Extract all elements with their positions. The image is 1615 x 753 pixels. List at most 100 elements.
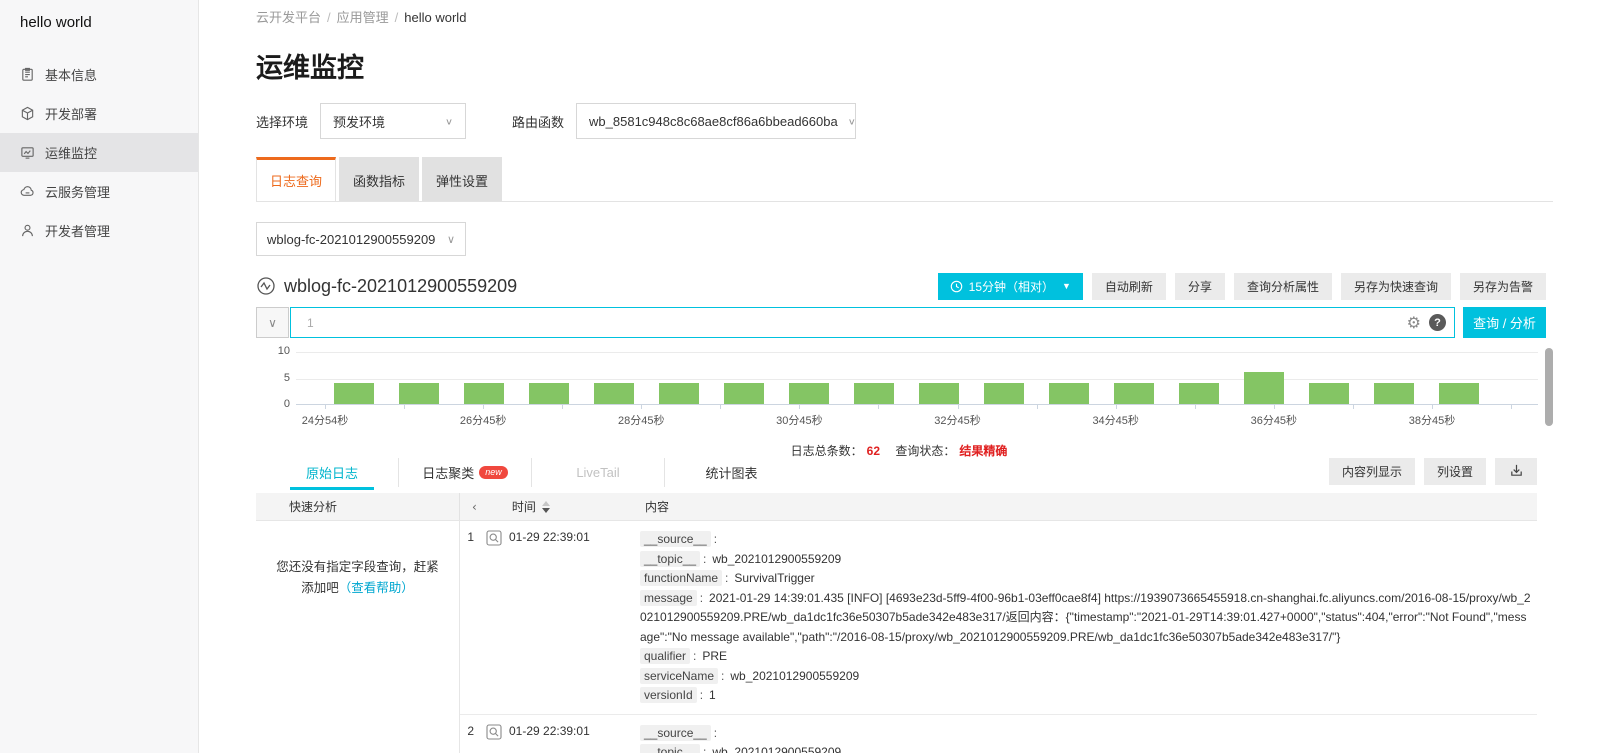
logstore-select-value: wblog-fc-2021012900559209 <box>267 232 435 247</box>
sls-header: wblog-fc-2021012900559209 15分钟（相对） ▼ 自动刷… <box>256 272 1546 300</box>
log-field-key[interactable]: serviceName <box>640 668 718 684</box>
log-field-key[interactable]: functionName <box>640 570 722 586</box>
log-field-value[interactable]: wb_2021012900559209 <box>730 669 859 683</box>
log-field-key[interactable]: __source__ <box>640 531 711 547</box>
time-range-button[interactable]: 15分钟（相对） ▼ <box>938 273 1083 300</box>
log-field: message:2021-01-29 14:39:01.435 [INFO] [… <box>640 589 1531 648</box>
breadcrumb-item[interactable]: 应用管理 <box>337 10 389 25</box>
gridline <box>296 379 1538 380</box>
histogram-bar[interactable] <box>724 383 764 404</box>
log-field: versionId:1 <box>640 686 1531 706</box>
axis-tick <box>1116 405 1117 409</box>
inspect-log-icon[interactable] <box>486 724 502 753</box>
log-field-key[interactable]: __source__ <box>640 725 711 741</box>
view-help-link[interactable]: （查看帮助） <box>339 581 414 595</box>
histogram-bar[interactable] <box>529 383 569 404</box>
sidebar-item-label: 云服务管理 <box>45 182 110 201</box>
sls-action-另存为快速查询[interactable]: 另存为快速查询 <box>1341 273 1451 300</box>
histogram-bar[interactable] <box>1439 383 1479 404</box>
breadcrumb-item[interactable]: 云开发平台 <box>256 10 321 25</box>
sidebar-item-user[interactable]: 开发者管理 <box>0 211 198 250</box>
query-input[interactable]: 1 ⚙ ? <box>290 307 1455 338</box>
sls-action-另存为告警[interactable]: 另存为告警 <box>1460 273 1546 300</box>
sidebar-item-cloud[interactable]: 云服务管理 <box>0 172 198 211</box>
log-tab-统计图表[interactable]: 统计图表 <box>665 458 798 487</box>
log-field-key[interactable]: versionId <box>640 687 697 703</box>
axis-tick <box>1274 405 1275 409</box>
query-analyze-button[interactable]: 查询 / 分析 <box>1463 307 1546 338</box>
sort-asc-icon <box>542 501 550 506</box>
log-tab-原始日志[interactable]: 原始日志 <box>266 458 399 487</box>
vertical-scrollbar[interactable] <box>1545 348 1553 426</box>
histogram-bar[interactable] <box>594 383 634 404</box>
x-axis-label: 38分45秒 <box>1387 412 1477 428</box>
log-field-value[interactable]: SurvivalTrigger <box>734 571 814 585</box>
active-tab-underline <box>290 487 374 490</box>
gear-icon[interactable]: ⚙ <box>1407 313 1421 333</box>
tab-函数指标[interactable]: 函数指标 <box>339 157 419 201</box>
log-field-key[interactable]: __topic__ <box>640 551 700 567</box>
histogram-bar[interactable] <box>854 383 894 404</box>
sls-action-查询分析属性[interactable]: 查询分析属性 <box>1234 273 1332 300</box>
histogram-bar[interactable] <box>334 383 374 404</box>
log-field-value[interactable]: PRE <box>702 649 727 663</box>
env-select[interactable]: 预发环境 ∨ <box>320 103 466 139</box>
histogram-bar[interactable] <box>1179 383 1219 404</box>
log-time: 01-29 22:39:01 <box>509 530 590 706</box>
histogram-bar[interactable] <box>1374 383 1414 404</box>
log-field: __topic__:wb_2021012900559209 <box>640 743 1531 753</box>
help-icon[interactable]: ? <box>1429 314 1446 331</box>
column-settings-button[interactable]: 列设置 <box>1424 458 1486 485</box>
axis-tick <box>878 405 879 409</box>
sidebar-item-label: 开发者管理 <box>45 221 110 240</box>
log-field-value[interactable]: wb_2021012900559209 <box>712 745 841 753</box>
time-sort-control[interactable] <box>542 501 550 513</box>
sidebar-item-document[interactable]: 基本信息 <box>0 55 198 94</box>
histogram-bar[interactable] <box>1309 383 1349 404</box>
inspect-log-icon[interactable] <box>486 530 502 706</box>
breadcrumb-item: hello world <box>404 10 466 25</box>
query-stats: 日志总条数：62 查询状态：结果精确 <box>256 442 1546 459</box>
download-icon <box>1509 467 1524 481</box>
logstore-select[interactable]: wblog-fc-2021012900559209 ∨ <box>256 222 466 256</box>
table-actions: 内容列显示 列设置 <box>1320 458 1537 485</box>
sls-action-分享[interactable]: 分享 <box>1175 273 1225 300</box>
histogram-bar[interactable] <box>464 383 504 404</box>
download-button[interactable] <box>1495 458 1537 485</box>
log-field-value[interactable]: wb_2021012900559209 <box>712 552 841 566</box>
histogram-bar[interactable] <box>399 383 439 404</box>
tab-弹性设置[interactable]: 弹性设置 <box>422 157 502 201</box>
collapse-panel-icon[interactable]: ‹ <box>472 500 477 514</box>
tab-日志查询[interactable]: 日志查询 <box>256 157 336 201</box>
sls-action-自动刷新[interactable]: 自动刷新 <box>1092 273 1166 300</box>
route-select-label: 路由函数 <box>512 112 564 131</box>
content-column-button[interactable]: 内容列显示 <box>1329 458 1415 485</box>
log-field: serviceName:wb_2021012900559209 <box>640 667 1531 687</box>
log-tab-日志聚类[interactable]: 日志聚类new <box>399 458 532 487</box>
document-icon <box>20 67 35 82</box>
histogram-bar[interactable] <box>919 383 959 404</box>
log-tab-LiveTail[interactable]: LiveTail <box>532 458 665 487</box>
log-field-key[interactable]: __topic__ <box>640 744 700 753</box>
y-axis-label: 10 <box>256 345 290 357</box>
monitor-icon <box>20 145 35 160</box>
log-row: 201-29 22:39:01__source__:__topic__:wb_2… <box>460 715 1537 753</box>
query-expand-button[interactable]: ∨ <box>256 307 289 338</box>
histogram-bar[interactable] <box>1114 383 1154 404</box>
log-field-key[interactable]: message <box>640 590 697 606</box>
route-function-select[interactable]: wb_8581c948c8c68ae8cf86a6bbead660ba ∨ <box>576 103 856 139</box>
log-field-key[interactable]: qualifier <box>640 648 690 664</box>
histogram-bar[interactable] <box>789 383 829 404</box>
histogram-bar[interactable] <box>659 383 699 404</box>
sls-console: wblog-fc-2021012900559209 15分钟（相对） ▼ 自动刷… <box>256 266 1546 753</box>
quick-empty-text: 您还没有指定字段查询，赶紧 <box>276 560 439 574</box>
log-field-value[interactable]: 1 <box>709 688 716 702</box>
user-icon <box>20 223 35 238</box>
histogram-bar[interactable] <box>984 383 1024 404</box>
sidebar-item-deploy[interactable]: 开发部署 <box>0 94 198 133</box>
histogram-bar[interactable] <box>1244 372 1284 404</box>
sort-desc-icon <box>542 508 550 513</box>
log-field-value[interactable]: 2021-01-29 14:39:01.435 [INFO] [4693e23d… <box>640 591 1531 644</box>
sidebar-item-monitor[interactable]: 运维监控 <box>0 133 198 172</box>
histogram-bar[interactable] <box>1049 383 1089 404</box>
